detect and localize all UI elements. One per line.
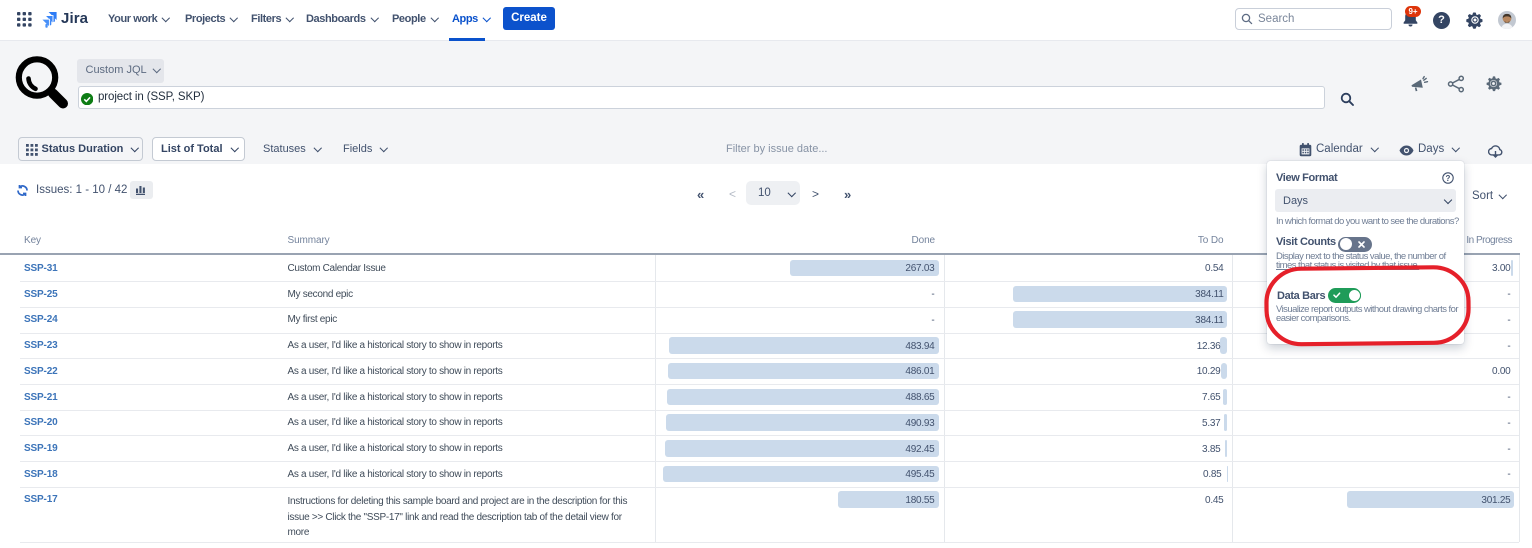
svg-text:?: ? bbox=[1446, 174, 1451, 183]
